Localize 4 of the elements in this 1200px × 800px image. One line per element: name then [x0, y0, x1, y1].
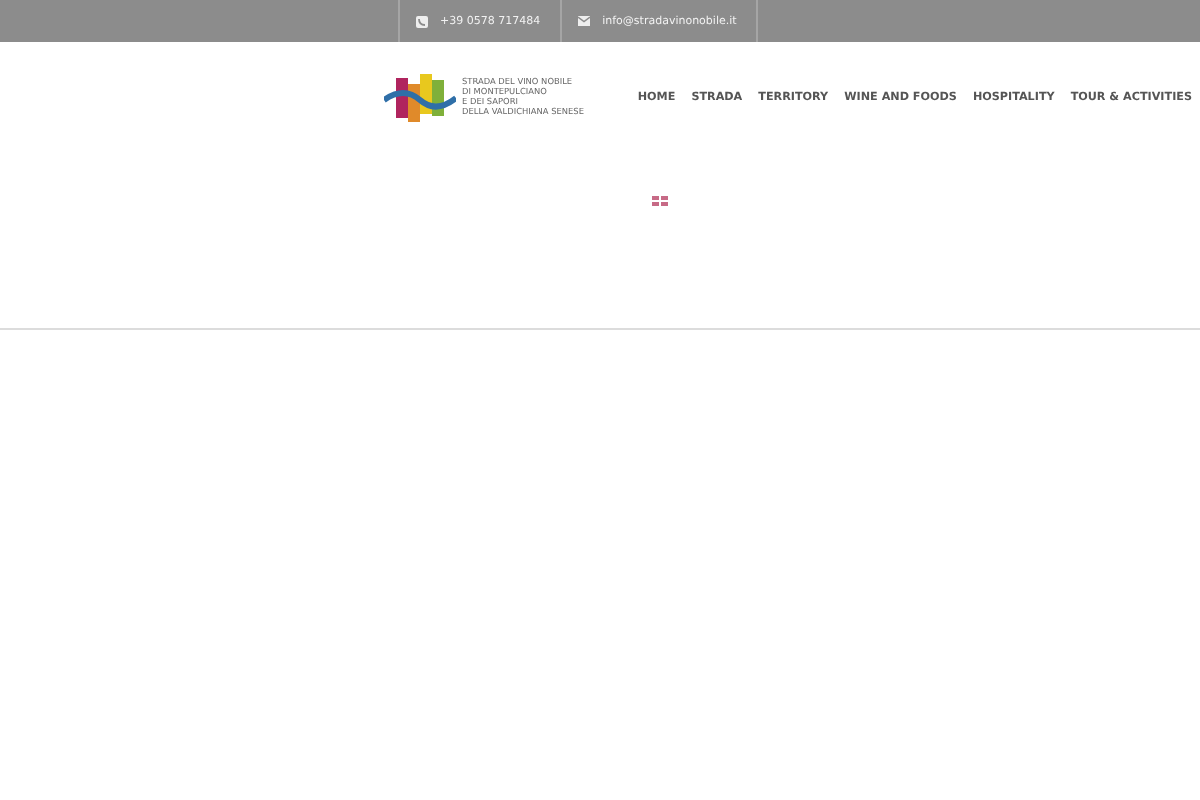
logo-icon: [384, 73, 456, 123]
envelope-icon: [578, 16, 591, 26]
flag-icon[interactable]: [652, 196, 668, 206]
phone-icon: [416, 15, 428, 27]
